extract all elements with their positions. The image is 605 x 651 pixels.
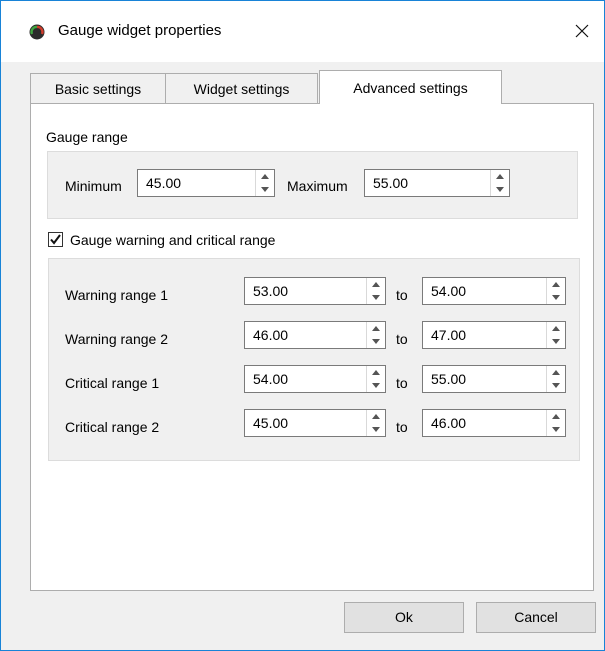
tab-widget-settings[interactable]: Widget settings (165, 73, 318, 103)
spin-up-icon[interactable] (547, 410, 565, 423)
spin-arrows (546, 366, 565, 392)
spin-up-icon[interactable] (367, 278, 385, 291)
spin-down-icon[interactable] (256, 183, 274, 196)
title-bar: Gauge widget properties (0, 0, 605, 62)
spin-down-icon[interactable] (547, 423, 565, 436)
tab-advanced-settings[interactable]: Advanced settings (319, 70, 502, 104)
spin-up-icon[interactable] (256, 170, 274, 183)
spin-up-icon[interactable] (367, 322, 385, 335)
range-from-value: 45.00 (253, 415, 289, 431)
tab-basic-settings[interactable]: Basic settings (30, 73, 166, 103)
spin-down-icon[interactable] (547, 379, 565, 392)
warning-range-checkbox[interactable] (48, 232, 63, 247)
warning-range-1-from-spinbox[interactable]: 53.00 (244, 277, 386, 305)
critical-range-1-from-spinbox[interactable]: 54.00 (244, 365, 386, 393)
maximum-spinbox[interactable]: 55.00 (364, 169, 510, 197)
spin-arrows (366, 410, 385, 436)
warning-range-group: Warning range 1 53.00 to 54.00 Warning r… (48, 258, 580, 461)
spin-up-icon[interactable] (367, 366, 385, 379)
spin-arrows (366, 366, 385, 392)
to-label: to (396, 375, 408, 391)
range-label: Critical range 2 (65, 419, 160, 435)
warning-range-2-from-spinbox[interactable]: 46.00 (244, 321, 386, 349)
close-icon (575, 24, 589, 38)
range-to-value: 54.00 (431, 283, 467, 299)
spin-up-icon[interactable] (547, 322, 565, 335)
tab-label: Widget settings (193, 81, 290, 97)
spin-arrows (546, 322, 565, 348)
spin-down-icon[interactable] (367, 423, 385, 436)
spin-down-icon[interactable] (547, 335, 565, 348)
tab-label: Advanced settings (353, 80, 468, 96)
critical-range-1-to-spinbox[interactable]: 55.00 (422, 365, 566, 393)
spin-up-icon[interactable] (547, 366, 565, 379)
spin-up-icon[interactable] (547, 278, 565, 291)
tab-label: Basic settings (54, 81, 142, 97)
cancel-button[interactable]: Cancel (476, 602, 596, 633)
spin-down-icon[interactable] (547, 291, 565, 304)
spin-up-icon[interactable] (491, 170, 509, 183)
gauge-range-title: Gauge range (46, 129, 128, 145)
spin-arrows (366, 278, 385, 304)
window-title: Gauge widget properties (58, 22, 222, 39)
minimum-spinbox[interactable]: 45.00 (137, 169, 275, 197)
range-to-value: 55.00 (431, 371, 467, 387)
warning-range-2-to-spinbox[interactable]: 47.00 (422, 321, 566, 349)
spin-arrows (490, 170, 509, 196)
minimum-value: 45.00 (146, 175, 182, 191)
warning-range-1-to-spinbox[interactable]: 54.00 (422, 277, 566, 305)
spin-down-icon[interactable] (367, 291, 385, 304)
spin-arrows (366, 322, 385, 348)
ok-button[interactable]: Ok (344, 602, 464, 633)
warning-range-checkbox-label[interactable]: Gauge warning and critical range (70, 232, 275, 248)
minimum-label: Minimum (65, 178, 122, 194)
range-to-value: 47.00 (431, 327, 467, 343)
critical-range-2-to-spinbox[interactable]: 46.00 (422, 409, 566, 437)
spin-up-icon[interactable] (367, 410, 385, 423)
range-from-value: 53.00 (253, 283, 289, 299)
range-label: Critical range 1 (65, 375, 160, 391)
spin-down-icon[interactable] (367, 379, 385, 392)
close-button[interactable] (559, 0, 605, 62)
checkmark-icon (50, 234, 61, 245)
spin-arrows (255, 170, 274, 196)
range-label: Warning range 1 (65, 287, 168, 303)
range-label: Warning range 2 (65, 331, 168, 347)
to-label: to (396, 287, 408, 303)
spin-down-icon[interactable] (491, 183, 509, 196)
gauge-range-group: Minimum 45.00 Maximum 55.00 (47, 151, 578, 219)
range-to-value: 46.00 (431, 415, 467, 431)
spin-arrows (546, 410, 565, 436)
spin-arrows (546, 278, 565, 304)
maximum-label: Maximum (287, 178, 348, 194)
to-label: to (396, 419, 408, 435)
maximum-value: 55.00 (373, 175, 409, 191)
to-label: to (396, 331, 408, 347)
range-from-value: 54.00 (253, 371, 289, 387)
tab-panel: Gauge range Minimum 45.00 Maximum 55.00 … (30, 103, 594, 591)
spin-down-icon[interactable] (367, 335, 385, 348)
range-from-value: 46.00 (253, 327, 289, 343)
gauge-app-icon (29, 24, 45, 40)
critical-range-2-from-spinbox[interactable]: 45.00 (244, 409, 386, 437)
